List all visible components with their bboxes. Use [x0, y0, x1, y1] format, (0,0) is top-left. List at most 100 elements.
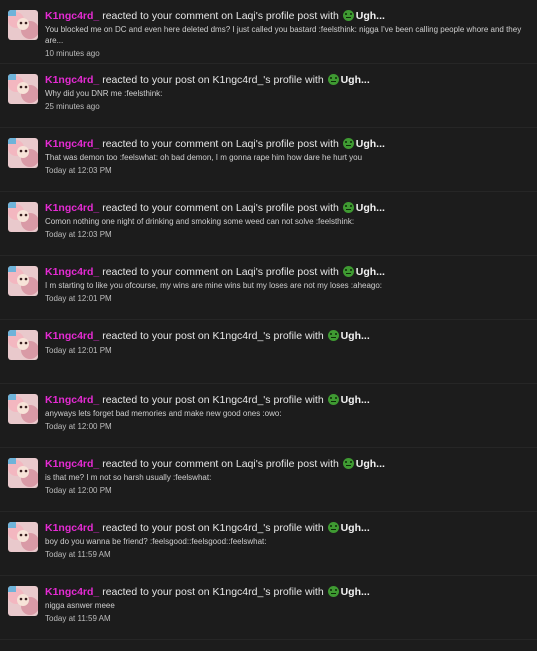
alert-item[interactable]: K1ngc4rd_ reacted to your comment on Laq…: [0, 448, 537, 512]
reaction-name: Ugh...: [355, 202, 385, 214]
alert-content: K1ngc4rd_ reacted to your post on K1ngc4…: [45, 73, 537, 112]
username-link[interactable]: K1ngc4rd_: [45, 10, 99, 22]
reaction-name: Ugh...: [340, 586, 370, 598]
alert-content: K1ngc4rd_ reacted to your comment on Laq…: [45, 265, 537, 304]
alert-item[interactable]: K1ngc4rd_ reacted to your post on K1ngc4…: [0, 384, 537, 448]
username-link[interactable]: K1ngc4rd_: [45, 458, 99, 470]
alert-item[interactable]: K1ngc4rd_ reacted to your comment on Laq…: [0, 128, 537, 192]
ugh-reaction-emoji-icon: [342, 458, 354, 469]
alert-timestamp: 10 minutes ago: [45, 49, 100, 58]
alert-headline: K1ngc4rd_ reacted to your post on K1ngc4…: [45, 329, 529, 343]
content-snippet-link[interactable]: is that me? I m not so harsh usually :fe…: [45, 472, 529, 483]
alert-timestamp: Today at 12:00 PM: [45, 422, 112, 431]
alert-timestamp: Today at 12:03 PM: [45, 230, 112, 239]
content-snippet-link[interactable]: You blocked me on DC and even here delet…: [45, 24, 529, 46]
ugh-reaction-emoji-icon: [342, 202, 354, 213]
ugh-reaction-emoji-icon: [342, 138, 354, 149]
ugh-reaction-emoji-icon: [327, 74, 339, 85]
content-snippet-link[interactable]: Comon nothing one night of drinking and …: [45, 216, 529, 227]
alert-headline: K1ngc4rd_ reacted to your comment on Laq…: [45, 457, 529, 471]
content-snippet-link[interactable]: That was demon too :feelswhat: oh bad de…: [45, 152, 529, 163]
alert-content: K1ngc4rd_ reacted to your comment on Laq…: [45, 201, 537, 240]
alert-headline: K1ngc4rd_ reacted to your comment on Laq…: [45, 137, 529, 151]
alert-item[interactable]: K1ngc4rd_ reacted to your comment on Laq…: [0, 256, 537, 320]
ugh-reaction-emoji-icon: [327, 522, 339, 533]
alert-headline: K1ngc4rd_ reacted to your comment on Laq…: [45, 9, 529, 23]
ugh-reaction-emoji-icon: [327, 330, 339, 341]
ugh-reaction-emoji-icon: [342, 10, 354, 21]
reaction-name: Ugh...: [355, 10, 385, 22]
username-link[interactable]: K1ngc4rd_: [45, 202, 99, 214]
alert-action-text: reacted to your comment on Laqi's profil…: [102, 266, 339, 278]
alert-action-text: reacted to your post on K1ngc4rd_'s prof…: [102, 394, 324, 406]
reaction-name: Ugh...: [355, 266, 385, 278]
alert-content: K1ngc4rd_ reacted to your post on K1ngc4…: [45, 329, 537, 356]
alert-timestamp: Today at 12:03 PM: [45, 166, 112, 175]
reaction-name: Ugh...: [340, 330, 370, 342]
avatar[interactable]: [8, 138, 38, 168]
avatar[interactable]: [8, 522, 38, 552]
alert-action-text: reacted to your comment on Laqi's profil…: [102, 458, 339, 470]
reaction-name: Ugh...: [340, 74, 370, 86]
ugh-reaction-emoji-icon: [342, 266, 354, 277]
alert-timestamp: Today at 12:01 PM: [45, 294, 112, 303]
alert-item[interactable]: K1ngc4rd_ reacted to your post on K1ngc4…: [0, 512, 537, 576]
ugh-reaction-emoji-icon: [327, 586, 339, 597]
alert-timestamp: 25 minutes ago: [45, 102, 100, 111]
alert-timestamp: Today at 12:00 PM: [45, 486, 112, 495]
alert-headline: K1ngc4rd_ reacted to your post on K1ngc4…: [45, 73, 529, 87]
alert-action-text: reacted to your post on K1ngc4rd_'s prof…: [102, 586, 324, 598]
avatar[interactable]: [8, 10, 38, 40]
content-snippet-link[interactable]: Why did you DNR me :feelsthink:: [45, 88, 529, 99]
avatar[interactable]: [8, 266, 38, 296]
username-link[interactable]: K1ngc4rd_: [45, 586, 99, 598]
alert-headline: K1ngc4rd_ reacted to your post on K1ngc4…: [45, 521, 529, 535]
alert-headline: K1ngc4rd_ reacted to your post on K1ngc4…: [45, 393, 529, 407]
alert-content: K1ngc4rd_ reacted to your post on K1ngc4…: [45, 521, 537, 560]
ugh-reaction-emoji-icon: [327, 394, 339, 405]
alert-action-text: reacted to your comment on Laqi's profil…: [102, 202, 339, 214]
alert-action-text: reacted to your post on K1ngc4rd_'s prof…: [102, 330, 324, 342]
username-link[interactable]: K1ngc4rd_: [45, 394, 99, 406]
alert-timestamp: Today at 11:59 AM: [45, 614, 111, 623]
avatar[interactable]: [8, 202, 38, 232]
username-link[interactable]: K1ngc4rd_: [45, 138, 99, 150]
alert-timestamp: Today at 12:01 PM: [45, 346, 112, 355]
alert-timestamp: Today at 11:59 AM: [45, 550, 111, 559]
avatar[interactable]: [8, 458, 38, 488]
alert-item[interactable]: K1ngc4rd_ reacted to your comment on Laq…: [0, 0, 537, 64]
alert-headline: K1ngc4rd_ reacted to your post on K1ngc4…: [45, 585, 529, 599]
alert-action-text: reacted to your comment on Laqi's profil…: [102, 10, 339, 22]
alert-content: K1ngc4rd_ reacted to your post on K1ngc4…: [45, 585, 537, 624]
content-snippet-link[interactable]: anyways lets forget bad memories and mak…: [45, 408, 529, 419]
alert-content: K1ngc4rd_ reacted to your comment on Laq…: [45, 137, 537, 176]
reaction-name: Ugh...: [355, 458, 385, 470]
alert-item[interactable]: K1ngc4rd_ reacted to your post on K1ngc4…: [0, 320, 537, 384]
alert-headline: K1ngc4rd_ reacted to your comment on Laq…: [45, 265, 529, 279]
username-link[interactable]: K1ngc4rd_: [45, 522, 99, 534]
content-snippet-link[interactable]: nigga asnwer meee: [45, 600, 529, 611]
username-link[interactable]: K1ngc4rd_: [45, 266, 99, 278]
alert-action-text: reacted to your comment on Laqi's profil…: [102, 138, 339, 150]
alert-content: K1ngc4rd_ reacted to your post on K1ngc4…: [45, 393, 537, 432]
reaction-name: Ugh...: [340, 394, 370, 406]
content-snippet-link[interactable]: boy do you wanna be friend? :feelsgood::…: [45, 536, 529, 547]
alert-item[interactable]: K1ngc4rd_ reacted to your post on K1ngc4…: [0, 64, 537, 128]
avatar[interactable]: [8, 586, 38, 616]
avatar[interactable]: [8, 394, 38, 424]
alert-item[interactable]: K1ngc4rd_ reacted to your post on K1ngc4…: [0, 576, 537, 640]
content-snippet-link[interactable]: I m starting to like you ofcourse, my wi…: [45, 280, 529, 291]
alert-item[interactable]: K1ngc4rd_ reacted to your comment on Laq…: [0, 192, 537, 256]
alert-action-text: reacted to your post on K1ngc4rd_'s prof…: [102, 522, 324, 534]
reaction-name: Ugh...: [355, 138, 385, 150]
avatar[interactable]: [8, 330, 38, 360]
alert-action-text: reacted to your post on K1ngc4rd_'s prof…: [102, 74, 324, 86]
username-link[interactable]: K1ngc4rd_: [45, 74, 99, 86]
username-link[interactable]: K1ngc4rd_: [45, 330, 99, 342]
alert-content: K1ngc4rd_ reacted to your comment on Laq…: [45, 457, 537, 496]
alert-content: K1ngc4rd_ reacted to your comment on Laq…: [45, 9, 537, 59]
avatar[interactable]: [8, 74, 38, 104]
reaction-name: Ugh...: [340, 522, 370, 534]
alert-list: K1ngc4rd_ reacted to your comment on Laq…: [0, 0, 537, 640]
alert-headline: K1ngc4rd_ reacted to your comment on Laq…: [45, 201, 529, 215]
